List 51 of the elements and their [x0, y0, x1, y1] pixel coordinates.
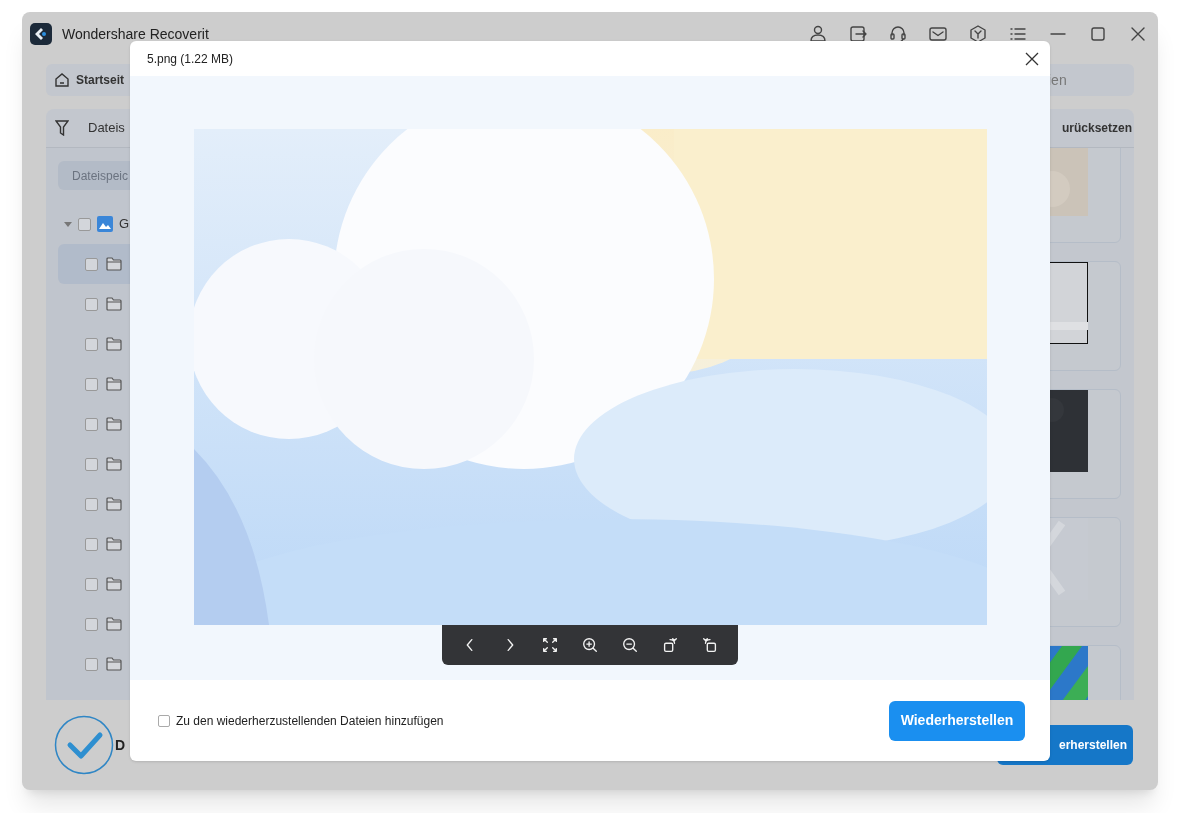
tree-item-label: G [119, 215, 130, 234]
close-icon [1025, 51, 1039, 66]
folder-icon [106, 337, 122, 351]
app-logo-icon [30, 23, 52, 45]
folder-icon [106, 297, 122, 311]
folder-icon [106, 377, 122, 391]
checkbox[interactable] [85, 617, 98, 631]
minimize-icon [1050, 33, 1066, 35]
reset-button[interactable]: urücksetzen [1061, 119, 1132, 137]
folder-icon [106, 537, 122, 551]
export-icon [848, 24, 868, 44]
checkbox[interactable] [85, 337, 98, 351]
filter-icon [55, 120, 69, 136]
status-text: D [115, 735, 126, 755]
checkbox[interactable] [85, 297, 98, 311]
folder-icon [106, 497, 122, 511]
checkbox[interactable] [85, 497, 98, 511]
image-folder-icon [97, 216, 113, 232]
checkbox[interactable] [85, 417, 98, 431]
checkbox[interactable] [78, 217, 91, 231]
restore-button[interactable]: Wiederherstellen [889, 700, 1025, 741]
zoom-in-icon [581, 636, 599, 654]
headset-icon [888, 24, 908, 44]
fit-screen-icon [541, 636, 559, 654]
folder-icon [106, 257, 122, 271]
cube-icon [968, 24, 988, 44]
filter-label: Dateis [88, 119, 125, 138]
dialog-title: 5.png (1.22 MB) [147, 50, 234, 68]
rotate-left-icon [661, 636, 679, 654]
folder-icon [106, 657, 122, 671]
window-title: Wondershare Recoverit [62, 24, 209, 44]
checkbox[interactable] [158, 714, 170, 727]
checkbox[interactable] [85, 657, 98, 671]
folder-icon [106, 457, 122, 471]
maximize-icon [1088, 24, 1108, 44]
expand-arrow-icon[interactable] [64, 220, 72, 228]
checkbox[interactable] [85, 257, 98, 271]
zoom-out-icon [621, 636, 639, 654]
checkbox[interactable] [85, 577, 98, 591]
checkbox[interactable] [85, 537, 98, 551]
checkbox[interactable] [85, 377, 98, 391]
home-icon [54, 72, 70, 88]
checkbox[interactable] [85, 457, 98, 471]
folder-icon [106, 617, 122, 631]
mail-icon [928, 24, 948, 44]
success-check-icon [54, 715, 114, 775]
rotate-right-icon [701, 636, 719, 654]
checkbox-label: Zu den wiederherzustellenden Dateien hinzufügen [176, 712, 444, 730]
folder-icon [106, 577, 122, 591]
account-icon [808, 24, 828, 44]
folder-icon [106, 417, 122, 431]
